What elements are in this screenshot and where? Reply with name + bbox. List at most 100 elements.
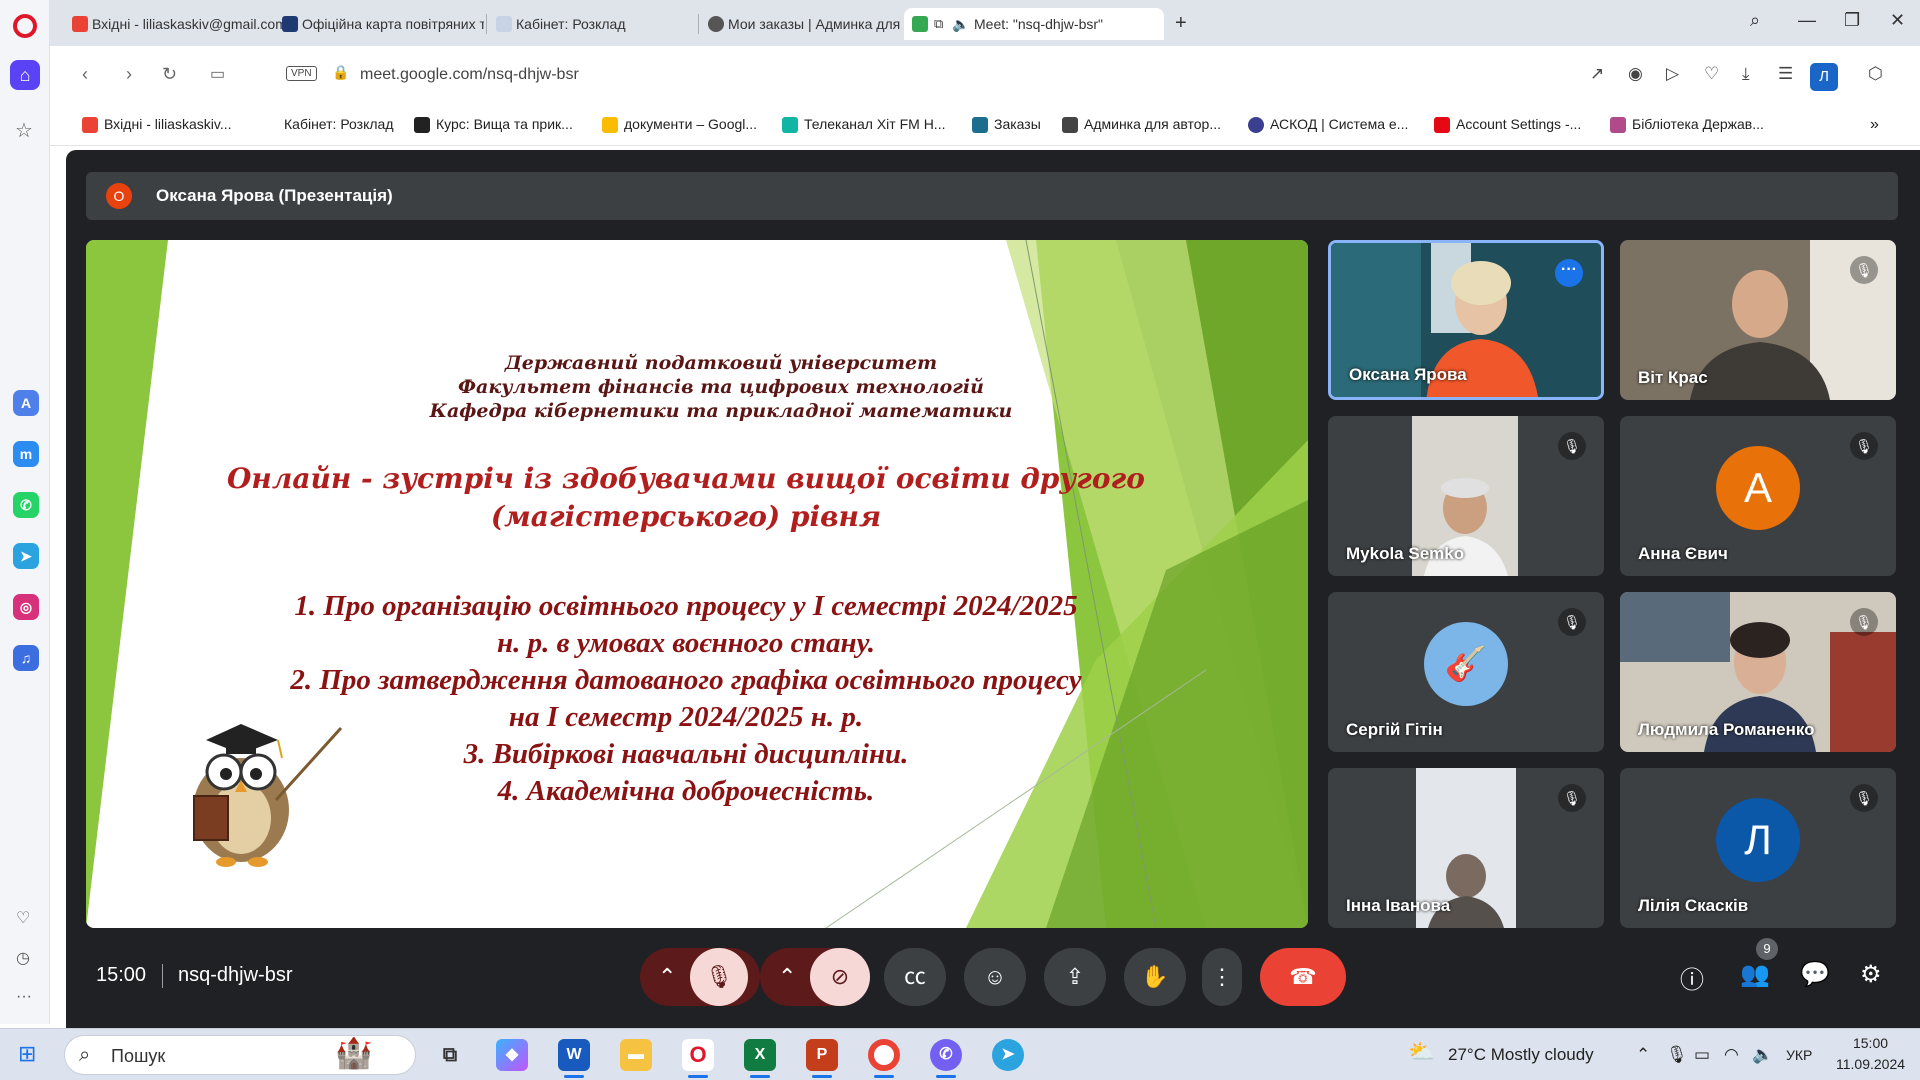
- close-icon[interactable]: ✕: [1890, 10, 1905, 31]
- home-icon[interactable]: ⌂: [10, 60, 40, 90]
- participant-tile[interactable]: Л 🎙 Лілія Скасків: [1620, 768, 1896, 928]
- present-screen-button[interactable]: ⇪: [1044, 948, 1106, 1006]
- activities-icon[interactable]: ⚙: [1860, 960, 1882, 989]
- more-options-button[interactable]: ⋮: [1202, 948, 1242, 1006]
- participant-tile[interactable]: 🎙 Віт Крас: [1620, 240, 1896, 400]
- tab-label: Офіційна карта повітряних тривог: [302, 16, 484, 32]
- bookmark-item[interactable]: Бібліотека Держав...: [1610, 116, 1764, 133]
- minimize-icon[interactable]: —: [1798, 10, 1816, 31]
- tab-meet[interactable]: ⧉ 🔈 Meet: "nsq-dhjw-bsr": [904, 8, 1164, 40]
- weather-text[interactable]: 27°C Mostly cloudy: [1448, 1045, 1594, 1065]
- chrome-icon[interactable]: [868, 1039, 900, 1071]
- speaker-icon[interactable]: 🔈: [952, 8, 969, 40]
- lock-icon[interactable]: 🔒: [332, 64, 349, 81]
- vpn-badge[interactable]: VPN: [286, 66, 317, 81]
- tab-air-raid-map[interactable]: Офіційна карта повітряних тривог: [278, 8, 484, 40]
- microphone-icon[interactable]: 🎙: [1666, 1045, 1688, 1065]
- bookmark-item[interactable]: Курс: Вища та прик...: [414, 116, 573, 133]
- reactions-button[interactable]: ☺: [964, 948, 1026, 1006]
- more-bookmarks-icon[interactable]: »: [1870, 116, 1879, 134]
- share-icon[interactable]: ↗: [1590, 64, 1604, 84]
- chat-icon[interactable]: 💬: [1800, 960, 1830, 989]
- bookmark-item[interactable]: АСКОД | Система е...: [1248, 116, 1408, 133]
- mic-off-icon: 🎙: [1850, 784, 1878, 812]
- camera-toggle-button[interactable]: ⊘: [810, 948, 870, 1006]
- heart-icon[interactable]: ♡: [16, 908, 30, 928]
- language-indicator[interactable]: УКР: [1786, 1047, 1812, 1063]
- microphone-toggle-button[interactable]: 🎙: [690, 948, 748, 1006]
- url-field[interactable]: meet.google.com/nsq-dhjw-bsr: [360, 66, 579, 84]
- guitar-avatar-icon: 🎸: [1424, 622, 1508, 706]
- participant-tile[interactable]: 🎙 Mykola Semko: [1328, 416, 1604, 576]
- profile-avatar[interactable]: Л: [1810, 63, 1838, 91]
- battery-icon[interactable]: ▭: [1694, 1045, 1710, 1065]
- more-icon[interactable]: ···: [16, 988, 32, 1006]
- meeting-info-icon[interactable]: ⓘ: [1680, 960, 1704, 995]
- task-view-icon[interactable]: ⧉: [434, 1039, 466, 1071]
- bookmark-item[interactable]: документи – Googl...: [602, 116, 757, 133]
- participant-tile[interactable]: 🎙 Інна Іванова: [1328, 768, 1604, 928]
- aria-icon[interactable]: A: [13, 390, 39, 416]
- whatsapp-icon[interactable]: ✆: [13, 492, 39, 518]
- meeting-time: 15:00: [96, 964, 147, 986]
- maximize-icon[interactable]: ❐: [1844, 10, 1860, 31]
- chevron-up-icon[interactable]: ⌃: [1636, 1045, 1650, 1065]
- participant-tile[interactable]: 🎙 Людмила Романенко: [1620, 592, 1896, 752]
- pip-icon[interactable]: ⧉: [934, 8, 943, 40]
- bookmark-item[interactable]: Вхідні - liliaskaskiv...: [82, 116, 232, 133]
- opera-icon[interactable]: O: [682, 1039, 714, 1071]
- bookmark-label: Заказы: [994, 116, 1041, 132]
- snapshot-icon[interactable]: ◉: [1628, 64, 1643, 84]
- back-icon[interactable]: ‹: [82, 64, 88, 85]
- volume-icon[interactable]: 🔈: [1752, 1045, 1773, 1065]
- wifi-icon[interactable]: ◠: [1724, 1045, 1739, 1065]
- bookmark-item[interactable]: Account Settings -...: [1434, 116, 1581, 133]
- file-explorer-icon[interactable]: ▬: [620, 1039, 652, 1071]
- running-indicator: [812, 1075, 832, 1078]
- map-icon: [282, 16, 298, 32]
- participant-tile[interactable]: 🎸 🎙 Сергій Гітін: [1328, 592, 1604, 752]
- bookmark-item[interactable]: Кабінет: Розклад: [262, 116, 394, 133]
- captions-button[interactable]: ㏄: [884, 948, 946, 1006]
- extensions-icon[interactable]: ⬡: [1868, 64, 1883, 84]
- participant-tile[interactable]: А 🎙 Анна Євич: [1620, 416, 1896, 576]
- search-tabs-icon[interactable]: ⌕: [1750, 10, 1760, 31]
- telegram-icon[interactable]: ➤: [992, 1039, 1024, 1071]
- leave-call-button[interactable]: ☎: [1260, 948, 1346, 1006]
- word-icon[interactable]: W: [558, 1039, 590, 1071]
- instagram-icon[interactable]: ◎: [13, 594, 39, 620]
- reload-icon[interactable]: ↻: [162, 64, 177, 85]
- send-icon[interactable]: ▷: [1666, 64, 1679, 84]
- powerpoint-icon[interactable]: P: [806, 1039, 838, 1071]
- new-tab-icon[interactable]: +: [1175, 12, 1187, 35]
- forward-icon[interactable]: ›: [126, 64, 132, 85]
- system-clock[interactable]: 15:00 11.09.2024: [1836, 1033, 1905, 1075]
- history-icon[interactable]: ◷: [16, 948, 30, 968]
- bookmark-item[interactable]: Заказы: [972, 116, 1041, 133]
- more-options-button[interactable]: ···: [1555, 259, 1583, 287]
- tab-cabinet-schedule[interactable]: Кабінет: Розклад: [492, 8, 698, 40]
- telegram-icon[interactable]: ➤: [13, 543, 39, 569]
- meeting-code: nsq-dhjw-bsr: [178, 964, 293, 986]
- viber-icon[interactable]: ✆: [930, 1039, 962, 1071]
- tv-channel-icon: [782, 117, 798, 133]
- messenger-icon[interactable]: m: [13, 441, 39, 467]
- copilot-icon[interactable]: ◆: [496, 1039, 528, 1071]
- opera-logo-icon[interactable]: [13, 14, 37, 38]
- windows-start-icon[interactable]: ⊞: [18, 1041, 36, 1067]
- camera-permission-icon[interactable]: ▭: [210, 64, 225, 84]
- heart-icon[interactable]: ♡: [1704, 64, 1719, 84]
- easy-setup-icon[interactable]: ☰: [1778, 64, 1793, 84]
- tab-gmail[interactable]: Вхідні - liliaskaskiv@gmail.com: [68, 8, 284, 40]
- download-icon[interactable]: ⤓: [1742, 64, 1750, 84]
- participant-tile[interactable]: ··· Оксана Ярова: [1328, 240, 1604, 400]
- bookmark-item[interactable]: Телеканал Хіт FM Н...: [782, 116, 945, 133]
- people-icon[interactable]: 👥: [1740, 960, 1770, 989]
- weather-icon[interactable]: ⛅: [1408, 1039, 1435, 1065]
- raise-hand-button[interactable]: ✋: [1124, 948, 1186, 1006]
- taskbar-search[interactable]: ⌕ Пошук 🏰: [64, 1035, 416, 1075]
- excel-icon[interactable]: X: [744, 1039, 776, 1071]
- bookmarks-icon[interactable]: ☆: [15, 118, 33, 143]
- bookmark-item[interactable]: Админка для автор...: [1062, 116, 1221, 133]
- music-player-icon[interactable]: ♫: [13, 645, 39, 671]
